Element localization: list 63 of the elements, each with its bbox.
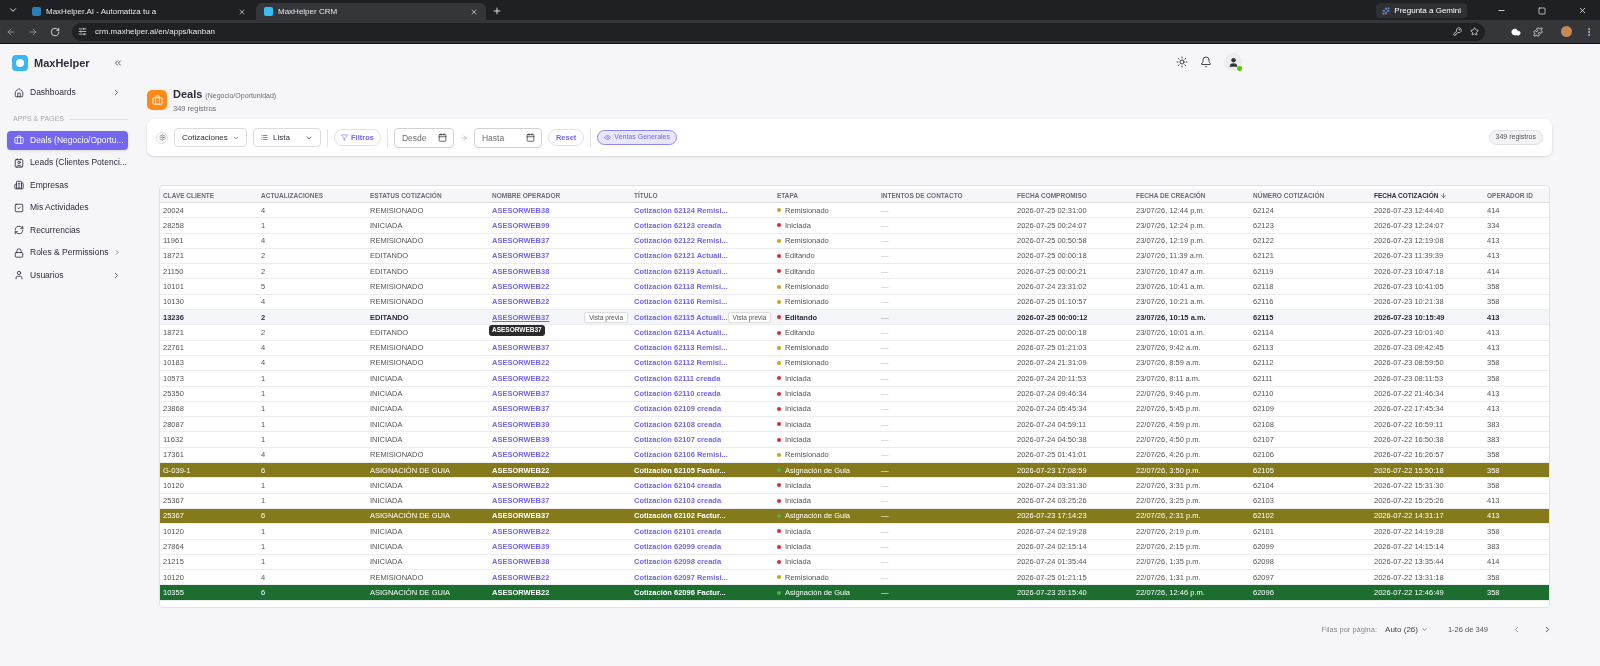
checkbox-icon xyxy=(14,202,24,213)
gemini-button[interactable]: Pregunta a Gemini xyxy=(1376,3,1467,18)
close-icon[interactable] xyxy=(470,7,478,16)
sidebar-item[interactable]: Dashboards xyxy=(7,83,128,102)
maximize-icon[interactable] xyxy=(1538,7,1546,15)
deals-briefcase-icon xyxy=(147,90,167,110)
page-title: Deals xyxy=(173,87,203,103)
person-icon xyxy=(1227,56,1239,68)
caret-icon xyxy=(1420,626,1428,634)
view-select[interactable]: Lista xyxy=(253,128,321,147)
pipeline-select[interactable]: Cotizaciones xyxy=(174,128,247,147)
sidebar-item[interactable]: Deals (Negocio/Oportu... xyxy=(7,130,128,150)
contact-card-icon xyxy=(14,157,24,168)
calendar-icon[interactable] xyxy=(437,133,447,142)
sparkle-icon xyxy=(1382,6,1391,15)
url-text: crm.maxhelper.ai/en/apps/kanban xyxy=(95,25,217,38)
new-tab-icon[interactable] xyxy=(492,6,502,16)
sidebar-item[interactable]: Empresas xyxy=(7,175,128,195)
theme-sun-icon[interactable] xyxy=(1176,56,1188,68)
user-icon xyxy=(14,270,24,280)
arrow-right-icon xyxy=(459,133,468,142)
date-to-field[interactable]: Hasta xyxy=(473,127,542,148)
sidebar-item[interactable]: Leads (Clientes Potenci... xyxy=(7,153,128,172)
site-settings-icon[interactable] xyxy=(78,27,87,36)
next-page-icon[interactable] xyxy=(1543,625,1552,635)
close-window-icon[interactable] xyxy=(1578,6,1587,15)
tab-list-icon[interactable] xyxy=(8,5,18,15)
logo-icon xyxy=(12,55,28,71)
favicon-icon xyxy=(264,7,273,16)
bookmark-star-icon[interactable] xyxy=(1470,27,1479,36)
forward-icon[interactable] xyxy=(28,26,38,37)
cloud-icon[interactable] xyxy=(1511,26,1521,37)
tab-title: MaxHelper CRM xyxy=(278,5,339,18)
filter-icon xyxy=(341,134,348,141)
lock-icon xyxy=(14,247,24,258)
browser-tab[interactable]: MaxHelper CRM xyxy=(256,3,486,20)
refresh-icon xyxy=(14,225,24,235)
tab-title: MaxHelper.AI - Automatiza tu a xyxy=(46,5,158,18)
briefcase-icon xyxy=(14,135,24,145)
calendar-icon[interactable] xyxy=(525,133,535,142)
address-bar[interactable]: crm.maxhelper.ai/en/apps/kanban xyxy=(72,22,1485,41)
close-icon[interactable] xyxy=(238,7,246,16)
user-avatar[interactable] xyxy=(1224,53,1242,71)
brand-name: MaxHelper xyxy=(34,55,91,71)
list-icon xyxy=(261,134,268,141)
home-icon xyxy=(14,87,24,98)
building-icon xyxy=(14,180,24,190)
notification-bell-icon[interactable] xyxy=(1200,56,1212,68)
browser-tab[interactable]: MaxHelper.AI - Automatiza tu a xyxy=(24,3,254,20)
eye-icon xyxy=(604,134,612,141)
profile-avatar[interactable] xyxy=(1561,26,1572,37)
sidebar-item[interactable]: Recurrencias xyxy=(7,220,128,240)
sidebar-item[interactable]: Usuarios xyxy=(7,265,128,285)
extensions-icon[interactable] xyxy=(1533,26,1543,37)
rows-per-page-select[interactable]: Auto (26) xyxy=(1385,623,1428,636)
back-icon[interactable] xyxy=(6,26,16,37)
sidebar-item[interactable]: Mis Actividades xyxy=(7,198,128,217)
favicon-icon xyxy=(32,7,41,16)
sort-arrow-icon xyxy=(1440,192,1448,199)
key-icon[interactable] xyxy=(1453,27,1462,36)
sidebar-item[interactable]: Roles & Permissions xyxy=(7,243,128,262)
reload-icon[interactable] xyxy=(50,26,60,37)
date-from-field[interactable]: Desde xyxy=(393,127,454,148)
